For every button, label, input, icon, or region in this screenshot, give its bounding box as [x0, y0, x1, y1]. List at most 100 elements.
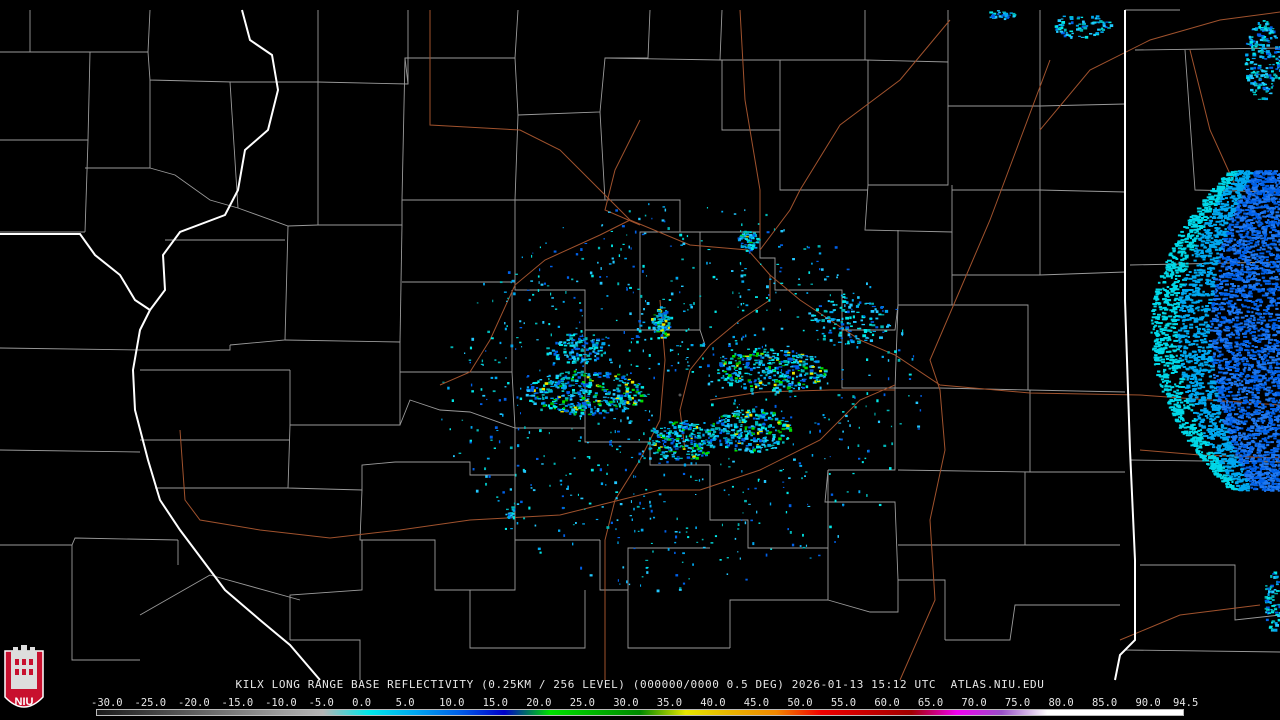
- echo-pixel: [694, 479, 698, 481]
- echo-pixel: [769, 417, 773, 420]
- echo-pixel: [772, 411, 776, 415]
- echo-pixel: [724, 361, 727, 364]
- echo-pixel: [658, 441, 661, 443]
- echo-pixel: [1269, 391, 1272, 394]
- echo-pixel: [610, 361, 613, 364]
- echo-pixel: [583, 373, 586, 375]
- echo-pixel: [503, 397, 507, 401]
- echo-pixel: [576, 353, 579, 357]
- echo-pixel: [1214, 194, 1219, 197]
- echo-pixel: [672, 451, 677, 453]
- echo-pixel: [1184, 254, 1189, 257]
- echo-pixel: [702, 433, 705, 437]
- echo-pixel: [489, 435, 493, 439]
- echo-pixel: [866, 358, 869, 362]
- echo-pixel: [621, 381, 624, 383]
- echo-pixel: [761, 415, 766, 419]
- echo-pixel: [1228, 177, 1231, 179]
- echo-pixel: [842, 430, 844, 433]
- echo-pixel: [734, 360, 737, 362]
- echo-pixel: [580, 373, 584, 377]
- echo-pixel: [1231, 306, 1236, 308]
- echo-pixel: [520, 412, 522, 415]
- echo-pixel: [567, 381, 570, 384]
- echo-pixel: [605, 374, 610, 378]
- echo-pixel: [626, 234, 628, 236]
- echo-pixel: [602, 375, 606, 377]
- echo-pixel: [593, 395, 597, 399]
- echo-pixel: [1204, 241, 1210, 244]
- echo-pixel: [649, 457, 652, 460]
- echo-pixel: [506, 325, 508, 328]
- echo-pixel: [1221, 219, 1224, 222]
- echo-pixel: [782, 481, 785, 483]
- echo-pixel: [796, 375, 798, 378]
- echo-pixel: [656, 589, 660, 593]
- echo-pixel: [588, 358, 592, 361]
- echo-pixel: [510, 344, 514, 348]
- echo-pixel: [882, 331, 885, 333]
- echo-pixel: [1186, 368, 1190, 371]
- echo-pixel: [758, 380, 762, 382]
- echo-pixel: [738, 361, 741, 365]
- echo-pixel: [634, 401, 638, 403]
- echo-pixel: [1186, 262, 1189, 265]
- echo-pixel: [554, 308, 558, 310]
- echo-pixel: [1219, 320, 1225, 323]
- echo-pixel: [1249, 480, 1252, 483]
- echo-pixel: [719, 363, 724, 367]
- echo-pixel: [740, 431, 744, 434]
- echo-pixel: [749, 354, 753, 356]
- echo-pixel: [1273, 346, 1276, 348]
- echo-pixel: [1240, 470, 1244, 473]
- echo-pixel: [596, 339, 600, 342]
- echo-pixel: [670, 365, 673, 367]
- echo-pixel: [569, 473, 572, 475]
- echo-pixel: [526, 437, 530, 439]
- echo-pixel: [1227, 305, 1232, 308]
- echo-pixel: [1238, 432, 1242, 435]
- echo-pixel: [751, 392, 754, 395]
- echo-pixel: [734, 448, 737, 450]
- echo-pixel: [820, 367, 824, 370]
- echo-pixel: [1212, 273, 1217, 276]
- echo-pixel: [1192, 221, 1196, 224]
- echo-pixel: [675, 432, 679, 436]
- echo-pixel: [591, 339, 595, 341]
- echo-pixel: [818, 554, 821, 557]
- echo-pixel: [778, 245, 781, 248]
- echo-pixel: [780, 410, 783, 413]
- echo-pixel: [668, 432, 671, 435]
- echo-pixel: [798, 278, 800, 281]
- echo-pixel: [786, 491, 789, 495]
- echo-pixel: [613, 418, 616, 420]
- echo-pixel: [764, 418, 768, 422]
- echo-pixel: [745, 355, 750, 357]
- echo-pixel: [869, 331, 873, 333]
- echo-pixel: [521, 346, 523, 348]
- echo-pixel: [695, 494, 697, 496]
- echo-pixel: [759, 429, 763, 432]
- echo-pixel: [607, 464, 609, 466]
- echo-pixel: [661, 316, 665, 319]
- echo-pixel: [1268, 366, 1273, 369]
- echo-pixel: [470, 426, 473, 429]
- echo-pixel: [574, 379, 578, 382]
- echo-pixel: [1272, 239, 1277, 242]
- echo-pixel: [783, 229, 785, 232]
- echo-pixel: [441, 418, 443, 421]
- echo-pixel: [734, 377, 738, 380]
- echo-pixel: [687, 309, 689, 311]
- echo-pixel: [765, 449, 769, 451]
- echo-pixel: [762, 371, 767, 374]
- echo-pixel: [822, 414, 825, 417]
- echo-pixel: [786, 437, 789, 440]
- echo-pixel: [600, 353, 603, 357]
- echo-pixel: [856, 311, 860, 313]
- echo-pixel: [1196, 327, 1202, 330]
- echo-pixel: [664, 329, 667, 332]
- echo-pixel: [686, 348, 690, 350]
- echo-pixel: [560, 372, 564, 375]
- echo-pixel: [1153, 345, 1157, 348]
- echo-pixel: [1243, 366, 1247, 369]
